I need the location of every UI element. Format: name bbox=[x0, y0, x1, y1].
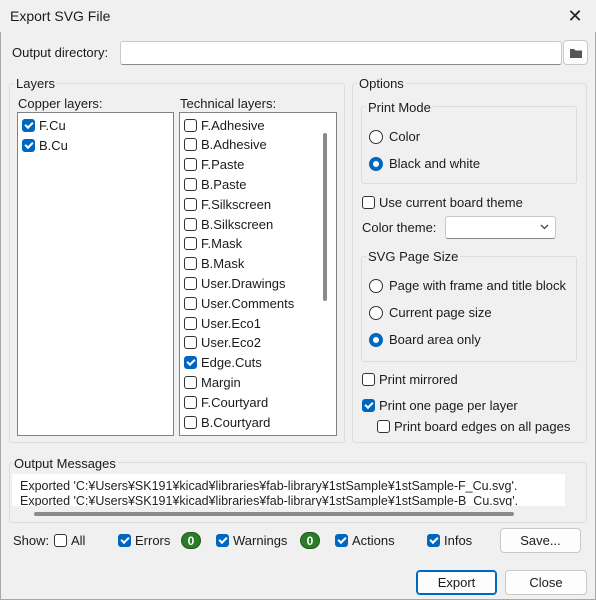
show-label: Show: bbox=[13, 533, 50, 548]
output-directory-label: Output directory: bbox=[12, 45, 109, 60]
page-size-title: SVG Page Size bbox=[366, 249, 461, 264]
checkbox[interactable] bbox=[22, 138, 35, 152]
messages-panel[interactable]: Exported 'C:¥Users¥SK191¥kicad¥libraries… bbox=[12, 474, 565, 506]
list-item[interactable]: B.Adhesive bbox=[184, 135, 267, 155]
folder-icon bbox=[569, 48, 582, 58]
technical-layers-label: Technical layers: bbox=[180, 96, 277, 111]
color-theme-select[interactable] bbox=[445, 216, 556, 239]
checkbox[interactable] bbox=[184, 158, 197, 172]
checkbox[interactable] bbox=[184, 177, 197, 191]
checkbox[interactable] bbox=[184, 356, 197, 370]
use-board-theme-checkbox[interactable]: Use current board theme bbox=[362, 195, 523, 210]
list-item[interactable]: User.Eco2 bbox=[184, 333, 261, 353]
checkbox[interactable] bbox=[184, 415, 197, 429]
checkbox[interactable] bbox=[184, 375, 197, 389]
output-directory-input[interactable] bbox=[120, 41, 562, 65]
checkbox[interactable] bbox=[362, 373, 375, 386]
list-item[interactable]: User.Drawings bbox=[184, 273, 286, 293]
checkbox[interactable] bbox=[216, 534, 229, 547]
copper-layers-list[interactable]: F.Cu B.Cu bbox=[17, 112, 174, 436]
list-item[interactable]: B.Paste bbox=[184, 174, 247, 194]
print-mirrored-checkbox[interactable]: Print mirrored bbox=[362, 372, 458, 387]
save-messages-button[interactable]: Save... bbox=[500, 528, 581, 553]
list-item[interactable]: Edge.Cuts bbox=[184, 353, 262, 373]
list-item[interactable]: F.Cu bbox=[22, 115, 66, 135]
output-messages-title: Output Messages bbox=[12, 456, 118, 471]
checkbox[interactable] bbox=[184, 296, 197, 310]
filter-errors-checkbox[interactable]: Errors bbox=[118, 533, 170, 548]
color-theme-label: Color theme: bbox=[362, 220, 437, 235]
copper-layers-label: Copper layers: bbox=[18, 96, 103, 111]
messages-scrollbar[interactable] bbox=[34, 512, 514, 516]
filter-warnings-checkbox[interactable]: Warnings bbox=[216, 533, 287, 548]
radio-button[interactable] bbox=[369, 129, 383, 144]
radio-button[interactable] bbox=[369, 278, 383, 293]
checkbox[interactable] bbox=[118, 534, 131, 547]
list-scrollbar[interactable] bbox=[323, 133, 327, 301]
checkbox[interactable] bbox=[377, 420, 390, 433]
radio-page-with-frame[interactable]: Page with frame and title block bbox=[369, 278, 566, 293]
radio-button[interactable] bbox=[369, 332, 383, 347]
checkbox[interactable] bbox=[54, 534, 67, 547]
export-button[interactable]: Export bbox=[416, 570, 497, 595]
close-button[interactable]: Close bbox=[505, 570, 587, 595]
filter-all-checkbox[interactable]: All bbox=[54, 533, 85, 548]
checkbox[interactable] bbox=[184, 395, 197, 409]
print-mode-group bbox=[361, 106, 577, 184]
checkbox[interactable] bbox=[362, 399, 375, 412]
errors-count-badge: 0 bbox=[181, 532, 201, 549]
message-line: Exported 'C:¥Users¥SK191¥kicad¥libraries… bbox=[20, 479, 518, 493]
list-item[interactable]: B.Cu bbox=[22, 135, 68, 155]
radio-button[interactable] bbox=[369, 305, 383, 320]
radio-current-page-size[interactable]: Current page size bbox=[369, 305, 492, 320]
options-title: Options bbox=[357, 76, 406, 91]
print-mode-title: Print Mode bbox=[366, 100, 433, 115]
list-item[interactable]: F.Paste bbox=[184, 155, 244, 175]
checkbox[interactable] bbox=[184, 118, 197, 132]
radio-black-and-white[interactable]: Black and white bbox=[369, 156, 480, 171]
filter-infos-checkbox[interactable]: Infos bbox=[427, 533, 472, 548]
list-item[interactable]: User.Comments bbox=[184, 293, 294, 313]
checkbox[interactable] bbox=[184, 336, 197, 350]
browse-folder-button[interactable] bbox=[563, 40, 588, 65]
print-one-page-per-layer-checkbox[interactable]: Print one page per layer bbox=[362, 398, 518, 413]
technical-layers-list[interactable]: F.Adhesive B.Adhesive F.Paste B.Paste F.Silk… bbox=[179, 112, 337, 436]
radio-color[interactable]: Color bbox=[369, 129, 420, 144]
list-item[interactable]: F.Courtyard bbox=[184, 392, 268, 412]
checkbox[interactable] bbox=[184, 237, 197, 251]
radio-button[interactable] bbox=[369, 156, 383, 171]
message-line: Exported 'C:¥Users¥SK191¥kicad¥libraries… bbox=[20, 494, 519, 506]
window-title: Export SVG File bbox=[10, 8, 111, 24]
print-board-edges-checkbox[interactable]: Print board edges on all pages bbox=[377, 419, 570, 434]
warnings-count-badge: 0 bbox=[300, 532, 320, 549]
close-window-icon[interactable]: ✕ bbox=[560, 4, 590, 28]
checkbox[interactable] bbox=[184, 138, 197, 152]
checkbox[interactable] bbox=[184, 217, 197, 231]
list-item[interactable]: F.Adhesive bbox=[184, 115, 265, 135]
checkbox[interactable] bbox=[184, 316, 197, 330]
list-item[interactable]: B.Mask bbox=[184, 254, 244, 274]
radio-board-area-only[interactable]: Board area only bbox=[369, 332, 481, 347]
filter-actions-checkbox[interactable]: Actions bbox=[335, 533, 395, 548]
list-item[interactable]: Margin bbox=[184, 372, 241, 392]
list-item[interactable]: F.Silkscreen bbox=[184, 194, 271, 214]
list-item[interactable]: User.Eco1 bbox=[184, 313, 261, 333]
checkbox[interactable] bbox=[335, 534, 348, 547]
checkbox[interactable] bbox=[184, 257, 197, 271]
checkbox[interactable] bbox=[427, 534, 440, 547]
title-bar: Export SVG File ✕ bbox=[0, 0, 596, 32]
list-item[interactable]: B.Courtyard bbox=[184, 412, 270, 432]
list-item[interactable]: F.Mask bbox=[184, 234, 242, 254]
list-item[interactable]: B.Silkscreen bbox=[184, 214, 273, 234]
checkbox[interactable] bbox=[184, 276, 197, 290]
layers-title: Layers bbox=[14, 76, 58, 91]
chevron-down-icon bbox=[540, 224, 549, 230]
checkbox[interactable] bbox=[362, 196, 375, 209]
checkbox[interactable] bbox=[22, 118, 35, 132]
checkbox[interactable] bbox=[184, 197, 197, 211]
